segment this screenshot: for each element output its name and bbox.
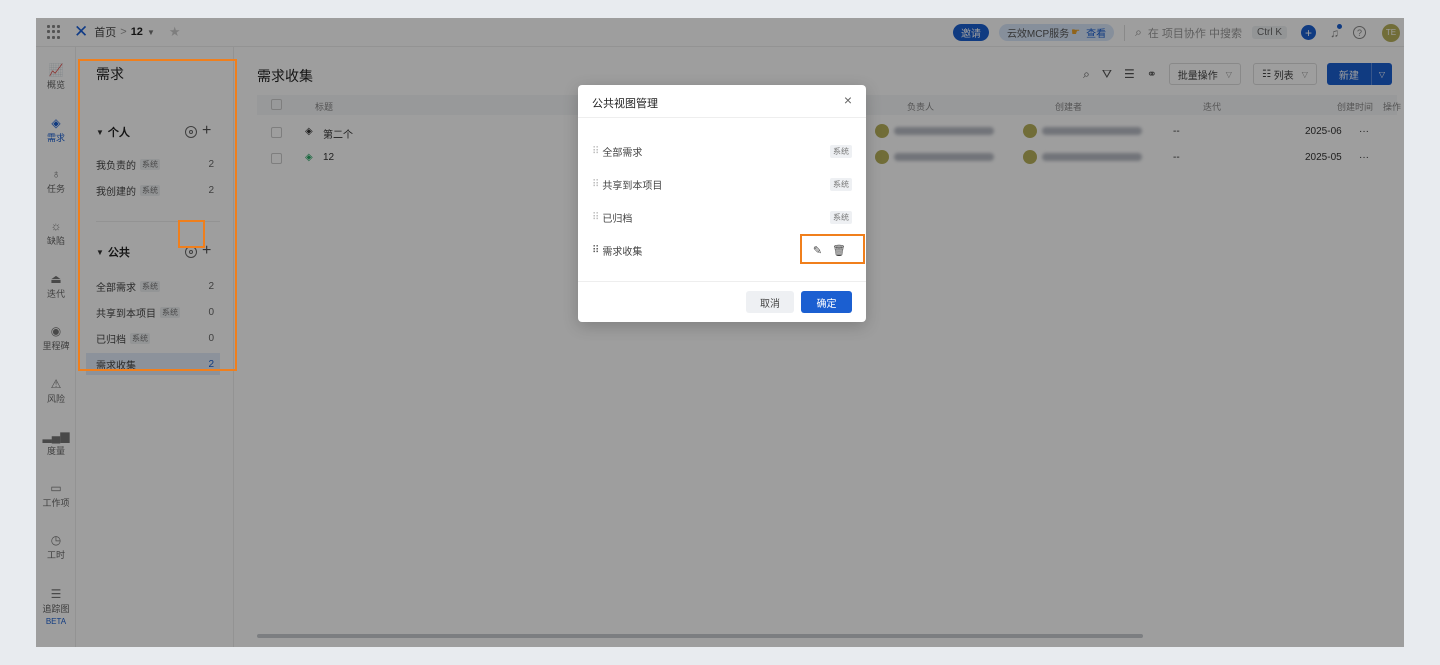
system-tag: 系统 [830, 177, 852, 191]
drag-handle-icon[interactable]: ⠿ [592, 212, 599, 223]
confirm-button[interactable]: 确定 [801, 291, 852, 313]
view-actions: ✎ 🗑 [803, 244, 846, 257]
system-tag: 系统 [830, 144, 852, 158]
dialog-header: 公共视图管理 × [578, 85, 866, 118]
public-view-management-dialog: 公共视图管理 × ⠿ 全部需求 系统 ⠿ 共享到本项目 系统 ⠿ 已归档 系统 … [578, 85, 866, 322]
view-row-all[interactable]: ⠿ 全部需求 系统 [592, 141, 852, 161]
drag-handle-icon[interactable]: ⠿ [592, 146, 599, 157]
edit-icon[interactable]: ✎ [813, 244, 822, 257]
dialog-title: 公共视图管理 [592, 98, 658, 110]
close-icon[interactable]: × [844, 92, 852, 108]
view-row-shared[interactable]: ⠿ 共享到本项目 系统 [592, 174, 852, 194]
cancel-button[interactable]: 取消 [746, 291, 794, 313]
view-label: 全部需求 [602, 147, 643, 159]
view-label: 已归档 [602, 213, 633, 225]
view-row-collection[interactable]: ⠿ 需求收集 ✎ 🗑 [592, 240, 852, 260]
drag-handle-icon[interactable]: ⠿ [592, 179, 599, 190]
view-row-archived[interactable]: ⠿ 已归档 系统 [592, 207, 852, 227]
view-label: 共享到本项目 [602, 180, 663, 192]
system-tag: 系统 [830, 210, 852, 224]
view-label: 需求收集 [602, 246, 643, 258]
dialog-footer-divider [578, 281, 866, 282]
trash-icon[interactable]: 🗑 [832, 244, 846, 257]
drag-handle-icon[interactable]: ⠿ [592, 245, 599, 256]
